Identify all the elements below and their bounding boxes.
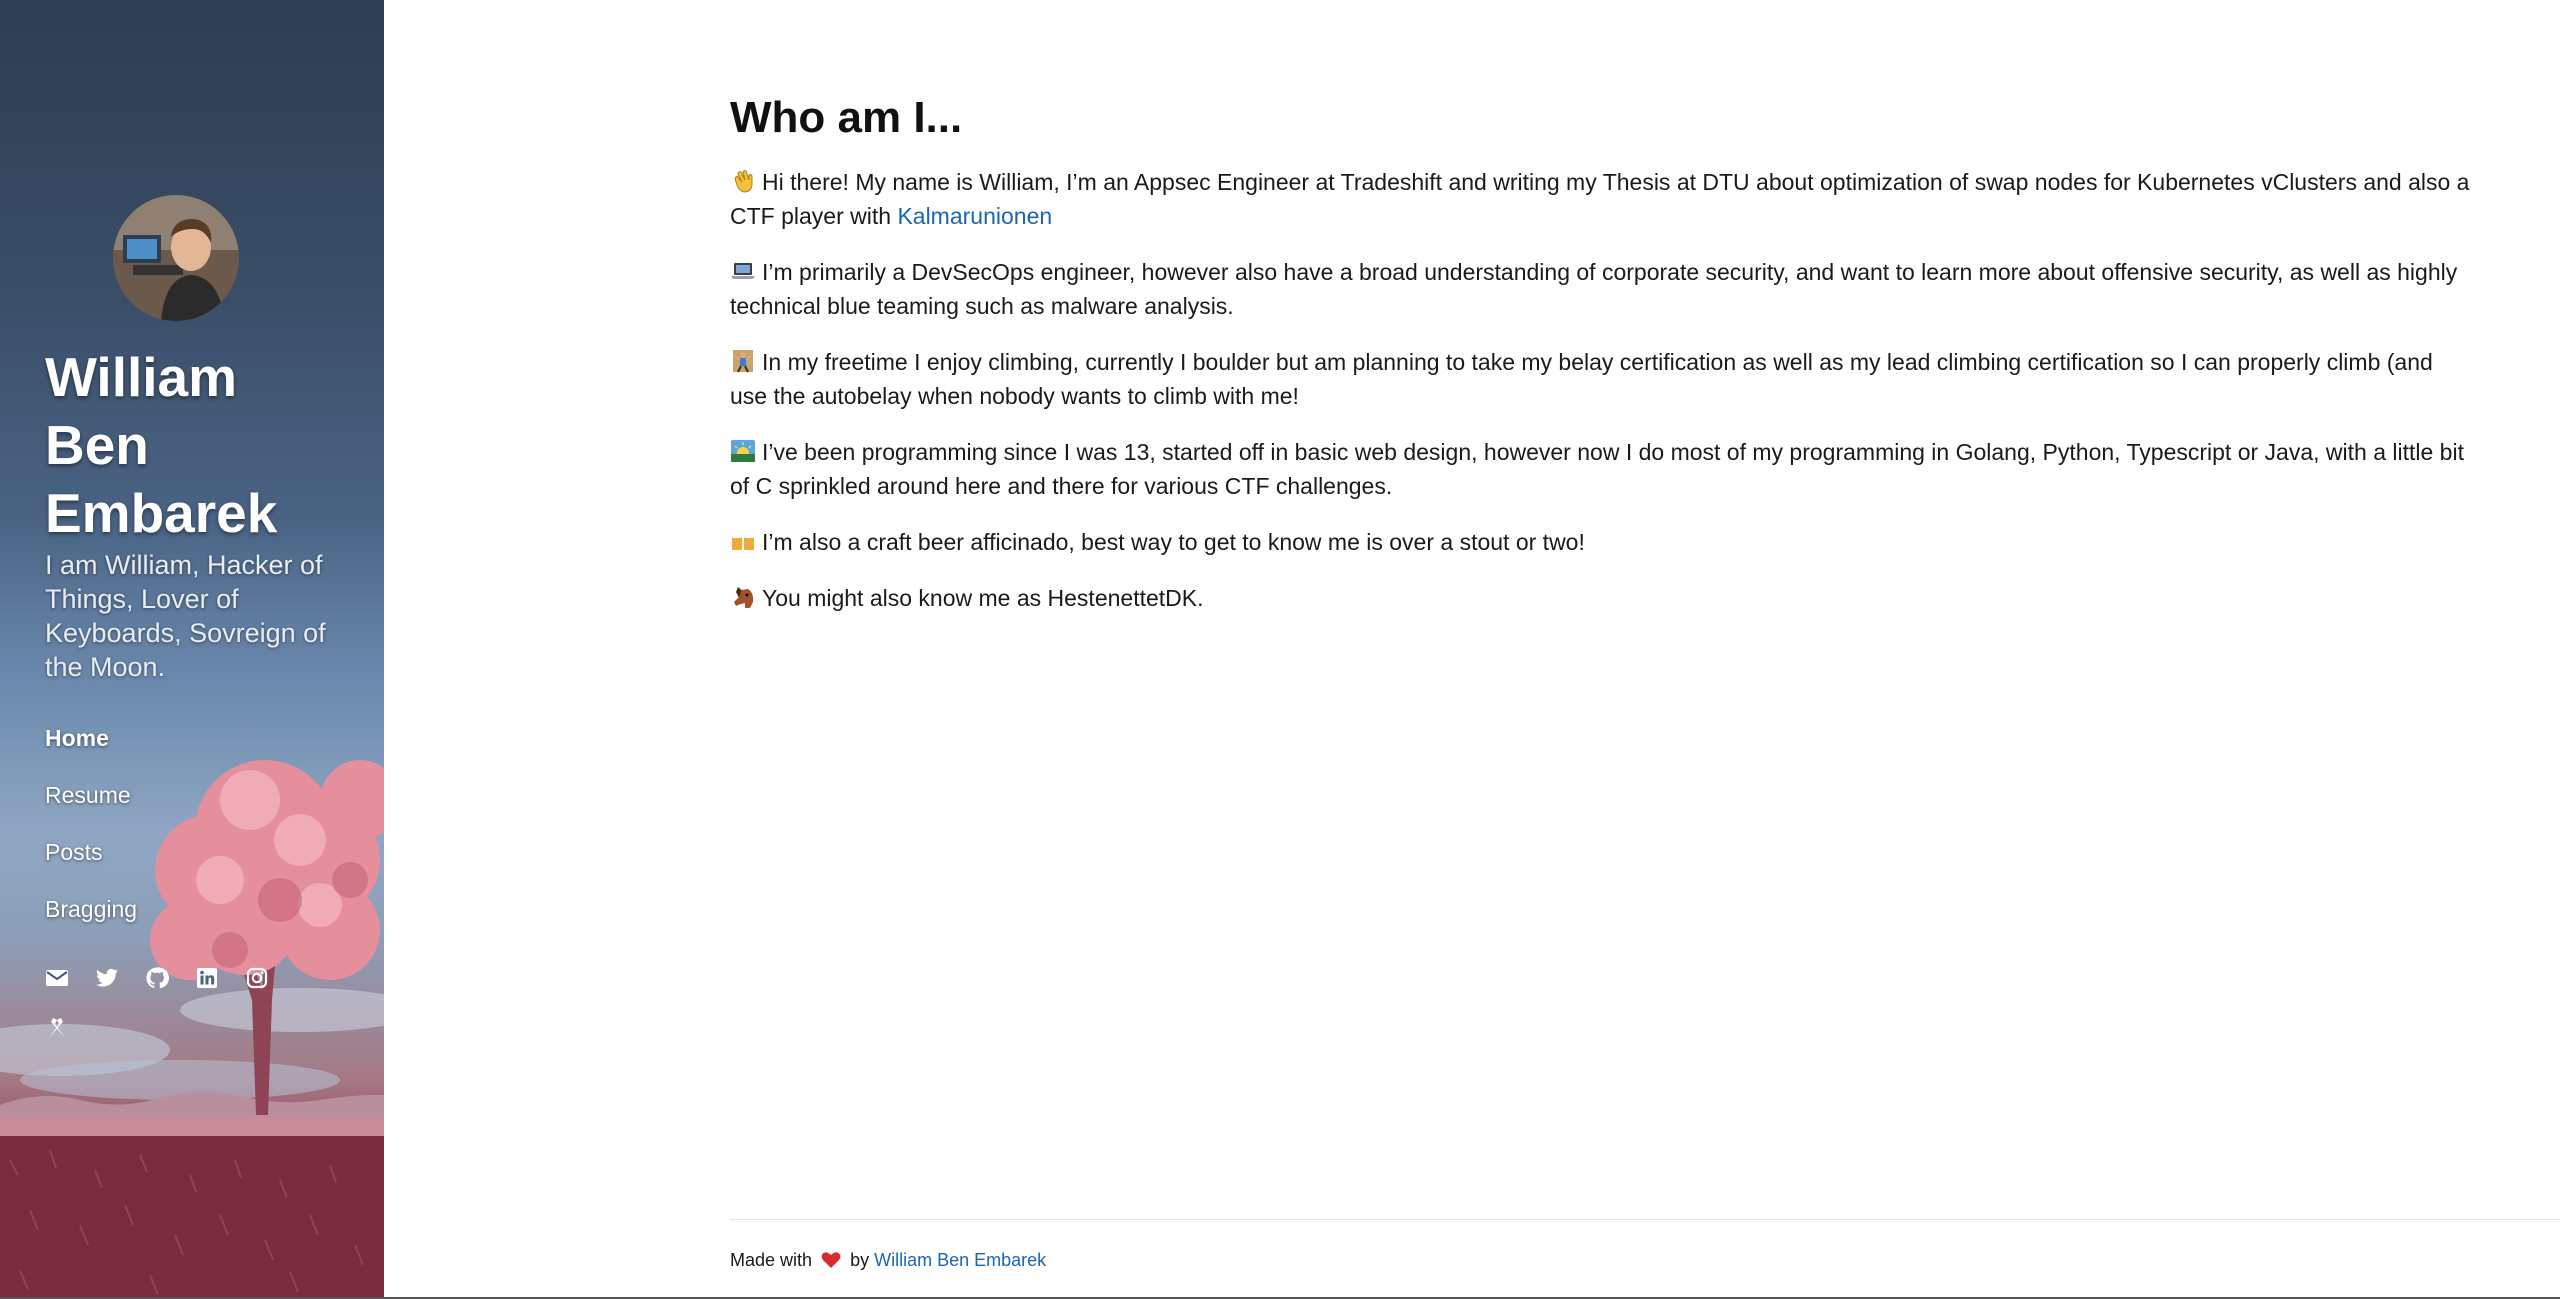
footer-made-with: Made with <box>730 1250 813 1270</box>
sunrise-icon <box>730 438 756 464</box>
footer-author-link[interactable]: William Ben Embarek <box>874 1250 1046 1270</box>
page-title: Who am I... <box>730 93 963 142</box>
nav-item-resume[interactable]: Resume <box>45 773 345 830</box>
intro-paragraph: Hi there! My name is William, I’m an App… <box>730 168 2470 229</box>
hackthebox-icon[interactable] <box>45 1016 69 1040</box>
footer: Made with by William Ben Embarek <box>730 1248 1046 1272</box>
climbing-icon <box>730 348 756 374</box>
alias-paragraph: You might also know me as HestenettetDK. <box>730 581 2470 615</box>
footer-by: by <box>850 1250 870 1270</box>
beer-paragraph: I’m also a craft beer afficinado, best w… <box>730 525 2470 559</box>
kalmarunionen-link[interactable]: Kalmarunionen <box>897 203 1052 229</box>
github-icon[interactable] <box>145 966 169 990</box>
linkedin-icon[interactable] <box>195 966 219 990</box>
avatar <box>113 195 239 321</box>
laptop-icon <box>730 258 756 284</box>
site-title[interactable]: William Ben Embarek <box>45 343 345 547</box>
nav-item-posts[interactable]: Posts <box>45 830 345 887</box>
nav-item-bragging[interactable]: Bragging <box>45 887 345 944</box>
email-icon[interactable] <box>45 966 69 990</box>
beer-mugs-icon <box>730 528 756 554</box>
twitter-icon[interactable] <box>95 966 119 990</box>
site-tagline: I am William, Hacker of Things, Lover of… <box>45 550 326 682</box>
climbing-paragraph: In my freetime I enjoy climbing, current… <box>730 348 2433 409</box>
sidebar-nav: Home Resume Posts Bragging <box>45 716 345 944</box>
devsecops-paragraph: I’m primarily a DevSecOps engineer, howe… <box>730 258 2458 319</box>
instagram-icon[interactable] <box>245 966 269 990</box>
footer-divider <box>730 1219 2560 1220</box>
heart-icon <box>821 1251 841 1269</box>
programming-paragraph: I’ve been programming since I was 13, st… <box>730 438 2464 499</box>
nav-item-home[interactable]: Home <box>45 716 345 773</box>
sidebar: William Ben Embarek I am William, Hacker… <box>0 0 384 1299</box>
horse-face-icon <box>730 584 756 610</box>
waving-hand-icon <box>730 168 756 194</box>
